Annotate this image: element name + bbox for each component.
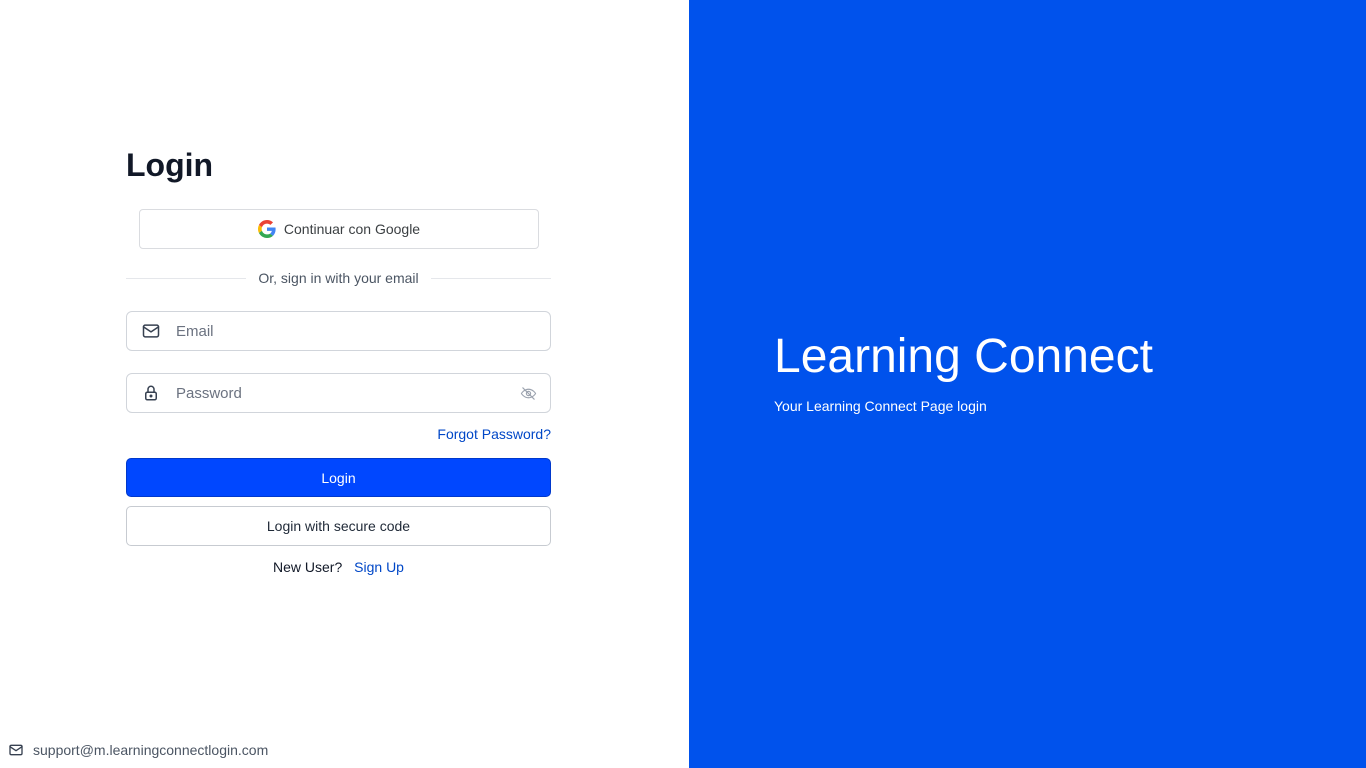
eye-off-icon[interactable] [506, 385, 550, 402]
mail-icon [8, 742, 24, 758]
new-user-text: New User? [273, 559, 343, 575]
lock-icon [127, 384, 175, 402]
login-form: Login Continuar con Google Or, sign in w… [126, 140, 552, 575]
divider-text: Or, sign in with your email [258, 270, 419, 286]
brand-title: Learning Connect [774, 330, 1153, 383]
divider-line-right [430, 277, 552, 279]
google-signin-button[interactable]: Continuar con Google [139, 209, 539, 249]
login-page: Login Continuar con Google Or, sign in w… [0, 0, 1366, 768]
signup-row: New User? Sign Up [126, 559, 551, 575]
login-panel: Login Continuar con Google Or, sign in w… [0, 0, 689, 768]
email-input[interactable] [175, 312, 550, 350]
divider-line-left [126, 277, 247, 279]
forgot-password-link[interactable]: Forgot Password? [437, 426, 551, 442]
page-title: Login [126, 147, 214, 183]
support-contact: support@m.learningconnectlogin.com [8, 742, 268, 758]
email-divider: Or, sign in with your email [126, 268, 552, 288]
mail-icon [127, 321, 175, 341]
sign-up-link[interactable]: Sign Up [354, 559, 404, 575]
secure-code-login-button[interactable]: Login with secure code [126, 506, 551, 546]
brand-subtitle: Your Learning Connect Page login [774, 398, 987, 414]
login-button[interactable]: Login [126, 458, 551, 497]
email-field-wrapper [126, 311, 551, 351]
brand-panel: Learning Connect Your Learning Connect P… [689, 0, 1366, 768]
google-icon [257, 220, 276, 238]
support-email[interactable]: support@m.learningconnectlogin.com [33, 742, 268, 758]
password-input[interactable] [175, 374, 506, 412]
password-field-wrapper [126, 373, 551, 413]
google-signin-label: Continuar con Google [283, 221, 421, 237]
